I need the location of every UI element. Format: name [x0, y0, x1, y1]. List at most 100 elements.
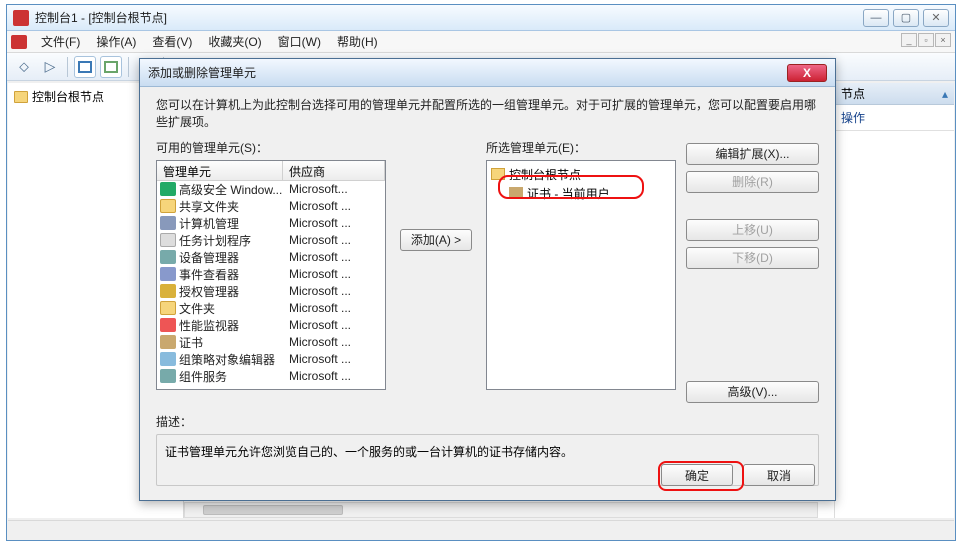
actions-header-label: 节点	[841, 85, 865, 102]
snapin-name: 任务计划程序	[179, 232, 285, 249]
col-vendor[interactable]: 供应商	[283, 161, 385, 180]
snapin-icon	[160, 301, 176, 315]
menu-view[interactable]: 查看(V)	[144, 31, 200, 52]
snapin-name: 高级安全 Window...	[179, 181, 285, 198]
menu-file[interactable]: 文件(F)	[33, 31, 88, 52]
back-button[interactable]: ⬦	[13, 56, 35, 78]
snapin-vendor: Microsoft ...	[285, 216, 385, 230]
snapin-row[interactable]: 组件服务Microsoft ...	[157, 368, 385, 385]
cancel-button[interactable]: 取消	[743, 464, 815, 486]
snapin-vendor: Microsoft ...	[285, 233, 385, 247]
selected-snapins-tree[interactable]: 控制台根节点 证书 - 当前用户	[486, 160, 676, 390]
snapin-icon	[160, 318, 176, 332]
show-hide-button[interactable]	[100, 56, 122, 78]
snapin-icon	[160, 250, 176, 264]
snapin-name: 性能监视器	[179, 317, 285, 334]
titlebar[interactable]: 控制台1 - [控制台根节点] — ▢ ✕	[7, 5, 955, 31]
snapin-vendor: Microsoft ...	[285, 301, 385, 315]
toolbar-separator	[67, 57, 68, 77]
snapin-icon	[160, 216, 176, 230]
move-down-button[interactable]: 下移(D)	[686, 247, 819, 269]
snapin-row[interactable]: 证书Microsoft ...	[157, 334, 385, 351]
mdi-restore-button[interactable]: ▫	[918, 33, 934, 47]
snapin-vendor: Microsoft ...	[285, 318, 385, 332]
edit-extensions-button[interactable]: 编辑扩展(X)...	[686, 143, 819, 165]
snapin-vendor: Microsoft ...	[285, 267, 385, 281]
folder-icon	[14, 91, 28, 103]
snapin-vendor: Microsoft ...	[285, 352, 385, 366]
app-icon	[13, 10, 29, 26]
available-snapins-list[interactable]: 管理单元 供应商 高级安全 Window...Microsoft...共享文件夹…	[156, 160, 386, 390]
selected-cert-item[interactable]: 证书 - 当前用户	[509, 184, 671, 203]
toolbar-separator	[128, 57, 129, 77]
snapin-row[interactable]: 授权管理器Microsoft ...	[157, 283, 385, 300]
snapin-row[interactable]: 性能监视器Microsoft ...	[157, 317, 385, 334]
close-button[interactable]: ✕	[923, 9, 949, 27]
snapin-icon	[160, 182, 176, 196]
chevron-up-icon[interactable]: ▴	[942, 87, 948, 101]
actions-pane: 节点 ▴ 操作	[834, 83, 954, 518]
snapin-name: 文件夹	[179, 300, 285, 317]
snapin-vendor: Microsoft ...	[285, 369, 385, 383]
dialog-close-button[interactable]: X	[787, 64, 827, 82]
menubar: 文件(F) 操作(A) 查看(V) 收藏夹(O) 窗口(W) 帮助(H) _ ▫…	[7, 31, 955, 53]
snapin-name: 事件查看器	[179, 266, 285, 283]
snapin-icon	[160, 369, 176, 383]
snapin-row[interactable]: 事件查看器Microsoft ...	[157, 266, 385, 283]
snapin-row[interactable]: 计算机管理Microsoft ...	[157, 215, 385, 232]
remove-button[interactable]: 删除(R)	[686, 171, 819, 193]
snapin-row[interactable]: 文件夹Microsoft ...	[157, 300, 385, 317]
selected-root-label: 控制台根节点	[509, 166, 581, 183]
mdi-minimize-button[interactable]: _	[901, 33, 917, 47]
snapin-row[interactable]: 任务计划程序Microsoft ...	[157, 232, 385, 249]
actions-sub[interactable]: 操作	[835, 105, 954, 131]
doc-icon	[11, 35, 27, 49]
snapin-icon	[160, 233, 176, 247]
window-title: 控制台1 - [控制台根节点]	[35, 9, 863, 26]
dialog-titlebar[interactable]: 添加或删除管理单元 X	[140, 59, 835, 87]
description-label: 描述：	[156, 413, 819, 430]
menu-action[interactable]: 操作(A)	[88, 31, 144, 52]
snapin-icon	[160, 335, 176, 349]
snapin-row[interactable]: 组策略对象编辑器Microsoft ...	[157, 351, 385, 368]
selected-root-item[interactable]: 控制台根节点	[491, 165, 671, 184]
advanced-button[interactable]: 高级(V)...	[686, 381, 819, 403]
add-button[interactable]: 添加(A) >	[400, 229, 472, 251]
forward-button[interactable]: ▷	[39, 56, 61, 78]
snapin-name: 设备管理器	[179, 249, 285, 266]
snapin-name: 计算机管理	[179, 215, 285, 232]
snapin-name: 组件服务	[179, 368, 285, 385]
menu-favorites[interactable]: 收藏夹(O)	[200, 31, 269, 52]
selected-label: 所选管理单元(E)：	[486, 139, 676, 156]
menu-window[interactable]: 窗口(W)	[270, 31, 329, 52]
up-button[interactable]	[74, 56, 96, 78]
col-snapin[interactable]: 管理单元	[157, 161, 283, 180]
scrollbar-thumb[interactable]	[203, 505, 343, 515]
maximize-button[interactable]: ▢	[893, 9, 919, 27]
menu-help[interactable]: 帮助(H)	[329, 31, 386, 52]
folder-icon	[491, 168, 505, 180]
mdi-close-button[interactable]: ×	[935, 33, 951, 47]
snapin-vendor: Microsoft ...	[285, 250, 385, 264]
snapin-name: 组策略对象编辑器	[179, 351, 285, 368]
statusbar	[8, 520, 954, 540]
snapin-row[interactable]: 设备管理器Microsoft ...	[157, 249, 385, 266]
move-up-button[interactable]: 上移(U)	[686, 219, 819, 241]
snapin-row[interactable]: 共享文件夹Microsoft ...	[157, 198, 385, 215]
actions-header[interactable]: 节点 ▴	[835, 83, 954, 105]
snapin-vendor: Microsoft...	[285, 182, 385, 196]
snapin-icon	[160, 199, 176, 213]
snapin-vendor: Microsoft ...	[285, 284, 385, 298]
available-label: 可用的管理单元(S)：	[156, 139, 386, 156]
ok-button[interactable]: 确定	[661, 464, 733, 486]
tree-root-label: 控制台根节点	[32, 88, 104, 105]
snapin-vendor: Microsoft ...	[285, 199, 385, 213]
add-remove-snapin-dialog: 添加或删除管理单元 X 您可以在计算机上为此控制台选择可用的管理单元并配置所选的…	[139, 58, 836, 501]
snapin-row[interactable]: 高级安全 Window...Microsoft...	[157, 181, 385, 198]
snapin-icon	[160, 267, 176, 281]
snapin-icon	[160, 284, 176, 298]
minimize-button[interactable]: —	[863, 9, 889, 27]
snapin-vendor: Microsoft ...	[285, 335, 385, 349]
horizontal-scrollbar[interactable]	[184, 502, 818, 518]
certificate-icon	[509, 187, 523, 199]
